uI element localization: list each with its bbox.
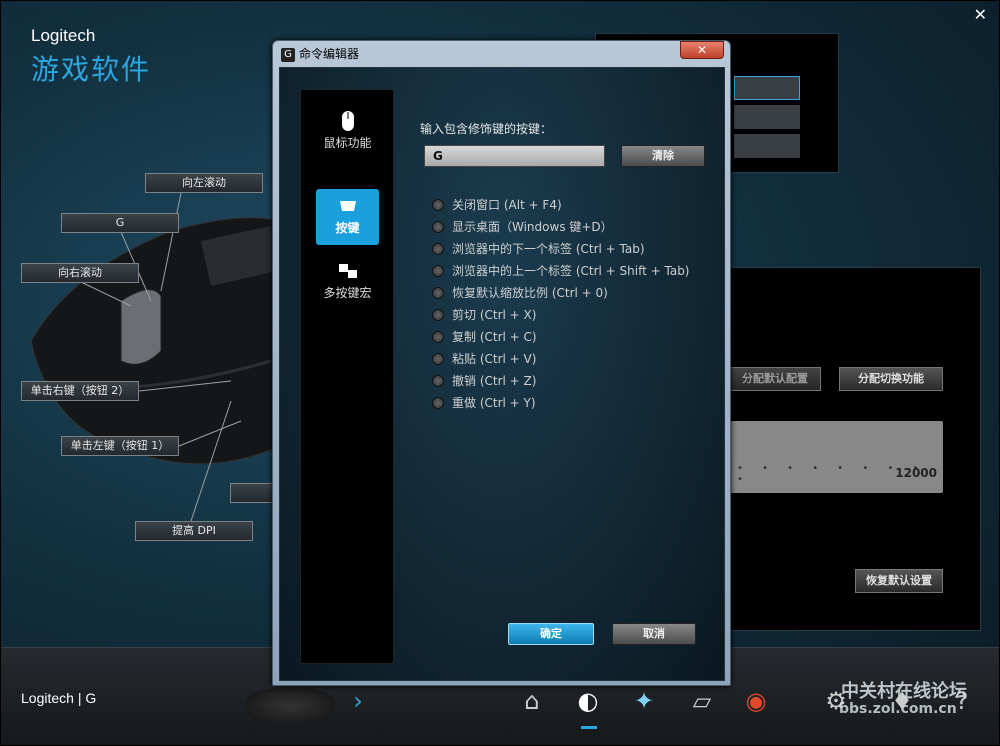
option-show-desktop[interactable]: 显示桌面（Windows 键+D） bbox=[432, 218, 613, 236]
main-window: Logitech 游戏软件 ✕ 向左滚动 G 向右滚动 单击右键（按钮 2） 单… bbox=[0, 0, 1000, 746]
radio-button[interactable] bbox=[432, 242, 444, 255]
dialog-close-button[interactable]: ✕ bbox=[680, 41, 724, 59]
profile-slot-2[interactable] bbox=[734, 105, 800, 129]
radio-button[interactable] bbox=[432, 330, 444, 343]
radio-button[interactable] bbox=[432, 264, 444, 277]
option-paste[interactable]: 粘贴 (Ctrl + V) bbox=[432, 350, 536, 368]
cancel-button[interactable]: 取消 bbox=[612, 623, 696, 645]
home-icon[interactable]: ⌂ bbox=[515, 684, 549, 718]
radio-button[interactable] bbox=[432, 396, 444, 409]
next-device-arrow-icon[interactable]: › bbox=[341, 684, 375, 718]
radio-button[interactable] bbox=[432, 352, 444, 365]
option-label: 显示桌面（Windows 键+D） bbox=[452, 220, 613, 234]
option-cut[interactable]: 剪切 (Ctrl + X) bbox=[432, 306, 536, 324]
radio-button[interactable] bbox=[432, 220, 444, 233]
option-label: 重做 (Ctrl + Y) bbox=[452, 396, 536, 410]
sidebar-item-keystroke[interactable]: 按键 bbox=[316, 189, 379, 245]
assign-default-button[interactable]: 分配默认配置 bbox=[729, 367, 821, 391]
sidebar-item-mouse-function[interactable]: 鼠标功能 bbox=[316, 110, 379, 166]
option-copy[interactable]: 复制 (Ctrl + C) bbox=[432, 328, 537, 346]
watermark: 中关村在线论坛 bbox=[841, 681, 967, 702]
sidebar-item-label: 多按键宏 bbox=[323, 286, 372, 300]
keystroke-input[interactable]: G bbox=[424, 145, 605, 167]
dialog-title: 命令编辑器 bbox=[299, 47, 360, 61]
option-undo[interactable]: 撤销 (Ctrl + Z) bbox=[432, 372, 536, 390]
clear-button[interactable]: 清除 bbox=[621, 145, 705, 167]
ok-button[interactable]: 确定 bbox=[508, 623, 594, 645]
radio-button[interactable] bbox=[432, 374, 444, 387]
bottom-logo: Logitech | G bbox=[21, 690, 97, 706]
option-label: 浏览器中的下一个标签 (Ctrl + Tab) bbox=[452, 242, 645, 256]
radio-button[interactable] bbox=[432, 198, 444, 211]
callout-increase-dpi[interactable]: 提高 DPI bbox=[135, 521, 253, 541]
keystroke-prompt: 输入包含修饰键的按键： bbox=[420, 122, 553, 136]
callout-right-click[interactable]: 单击右键（按钮 2） bbox=[21, 381, 139, 401]
device-thumbnail[interactable] bbox=[245, 688, 335, 724]
logitech-g-icon: G bbox=[281, 47, 295, 62]
lighting-icon[interactable]: ✦ bbox=[627, 684, 661, 718]
option-label: 关闭窗口 (Alt + F4) bbox=[452, 198, 562, 212]
multikey-icon bbox=[338, 264, 357, 278]
profile-slot-3[interactable] bbox=[734, 134, 800, 158]
key-icon bbox=[339, 201, 356, 211]
option-close-window[interactable]: 关闭窗口 (Alt + F4) bbox=[432, 196, 562, 214]
option-label: 浏览器中的上一个标签 (Ctrl + Shift + Tab) bbox=[452, 264, 690, 278]
callout-g[interactable]: G bbox=[61, 213, 179, 233]
sidebar-item-multikey-macro[interactable]: 多按键宏 bbox=[316, 260, 379, 316]
mouse-icon bbox=[341, 111, 354, 131]
dpi-slider[interactable]: • • • • • • • • • 12000 bbox=[723, 421, 943, 493]
assign-switch-button[interactable]: 分配切换功能 bbox=[839, 367, 943, 391]
radio-button[interactable] bbox=[432, 286, 444, 299]
sidebar-item-label: 鼠标功能 bbox=[323, 136, 372, 150]
option-label: 剪切 (Ctrl + X) bbox=[452, 308, 537, 322]
option-label: 撤销 (Ctrl + Z) bbox=[452, 374, 537, 388]
option-prev-tab[interactable]: 浏览器中的上一个标签 (Ctrl + Shift + Tab) bbox=[432, 262, 690, 280]
option-label: 恢复默认缩放比例 (Ctrl + 0) bbox=[452, 286, 608, 300]
option-redo[interactable]: 重做 (Ctrl + Y) bbox=[432, 394, 536, 412]
surface-tuning-icon[interactable]: ▱ bbox=[685, 684, 719, 718]
dpi-max-label: 12000 bbox=[895, 466, 937, 480]
window-close-button[interactable]: ✕ bbox=[974, 5, 987, 24]
option-reset-zoom[interactable]: 恢复默认缩放比例 (Ctrl + 0) bbox=[432, 284, 608, 302]
command-editor-dialog: G 命令编辑器 ✕ 鼠标功能 按键 多按键宏 输入包含修饰键的按键： G 清除 … bbox=[272, 40, 731, 686]
sidebar-item-label: 按键 bbox=[335, 221, 360, 235]
callout-scroll-right[interactable]: 向右滚动 bbox=[21, 263, 139, 283]
watermark-url: bbs.zol.com.cn bbox=[839, 701, 957, 717]
dialog-client: 鼠标功能 按键 多按键宏 输入包含修饰键的按键： G 清除 关闭窗口 (Alt … bbox=[279, 67, 725, 681]
command-type-sidebar: 鼠标功能 按键 多按键宏 bbox=[300, 89, 394, 664]
option-label: 复制 (Ctrl + C) bbox=[452, 330, 537, 344]
dialog-titlebar: G 命令编辑器 bbox=[281, 45, 359, 63]
heatmap-icon[interactable]: ◉ bbox=[739, 684, 773, 718]
profile-slot-1[interactable] bbox=[734, 76, 800, 100]
option-next-tab[interactable]: 浏览器中的下一个标签 (Ctrl + Tab) bbox=[432, 240, 645, 258]
option-label: 粘贴 (Ctrl + V) bbox=[452, 352, 537, 366]
customize-buttons-icon[interactable]: ◐ bbox=[571, 684, 605, 718]
restore-default-button[interactable]: 恢复默认设置 bbox=[855, 569, 943, 593]
active-indicator bbox=[581, 726, 597, 729]
callout-scroll-left[interactable]: 向左滚动 bbox=[145, 173, 263, 193]
callout-left-click[interactable]: 单击左键（按钮 1） bbox=[61, 436, 179, 456]
radio-button[interactable] bbox=[432, 308, 444, 321]
